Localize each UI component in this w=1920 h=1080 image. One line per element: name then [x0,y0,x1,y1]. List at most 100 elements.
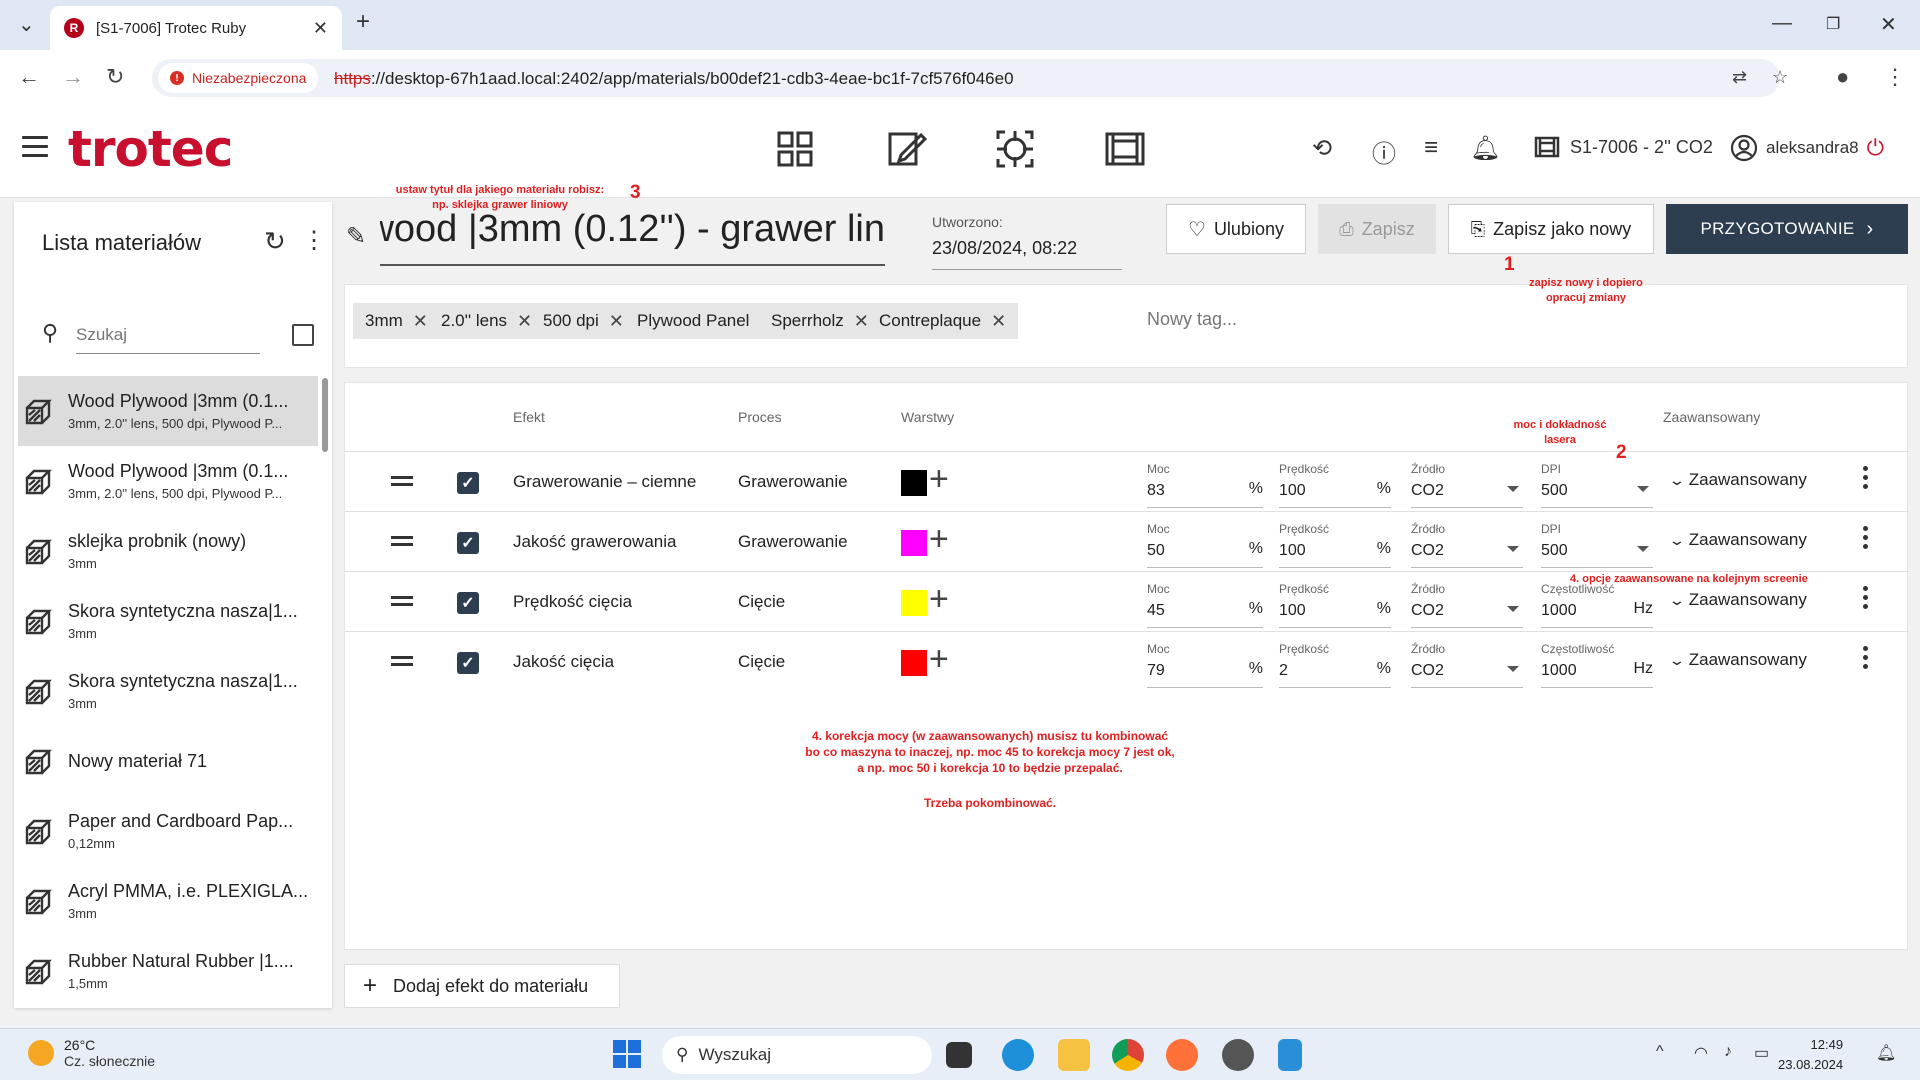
job-queue-icon[interactable] [1102,126,1148,172]
layer-color-swatch[interactable] [901,650,927,676]
material-list-item[interactable]: Paper and Cardboard Pap... 0,12mm [18,796,318,866]
drag-handle-icon[interactable] [391,656,413,670]
resolution-field[interactable]: DPI 500 [1541,522,1653,568]
resolution-field[interactable]: Częstotliwość 1000 Hz [1541,642,1653,688]
drag-handle-icon[interactable] [391,476,413,490]
row-more-options-icon[interactable] [1863,526,1869,553]
notification-center-icon[interactable]: 🔔︎ [1876,1043,1896,1063]
material-list-item[interactable]: Acryl PMMA, i.e. PLEXIGLA... 3mm [18,866,318,936]
firefox-browser-icon[interactable] [1166,1039,1198,1071]
task-view-icon[interactable] [946,1042,972,1068]
sync-settings-icon[interactable]: ⟲ [1312,134,1332,163]
browser-menu-icon[interactable]: ⋮ [1884,64,1906,90]
translate-icon[interactable]: ⇄ [1732,67,1747,88]
user-menu[interactable]: aleksandra8 ⏻ [1730,134,1884,162]
windows-start-icon[interactable] [612,1039,644,1071]
drag-handle-icon[interactable] [391,536,413,550]
material-list-item[interactable]: Nowy materiał 71 [18,726,318,796]
add-effect-button[interactable]: + Dodaj efekt do materiału [344,964,620,1008]
material-list-item[interactable]: Skora syntetyczna nasza|1... 3mm [18,656,318,726]
notes-icon[interactable]: ≡ [1424,134,1438,162]
reload-icon[interactable]: ↻ [106,64,124,90]
drag-handle-icon[interactable] [391,596,413,610]
design-edit-icon[interactable] [884,126,930,172]
taskbar-search[interactable]: ⚲ Wyszukaj [662,1036,932,1074]
close-tab-icon[interactable]: ✕ [313,18,328,39]
close-window-icon[interactable]: ✕ [1880,12,1897,37]
new-tab-icon[interactable]: + [356,8,370,36]
machine-selector[interactable]: S1-7006 - 2'' CO2 [1534,136,1713,158]
effect-enabled-checkbox[interactable]: ✓ [457,652,479,674]
remove-tag-icon[interactable]: ✕ [413,311,428,332]
material-list-item[interactable]: Wood Plywood |3mm (0.1... 3mm, 2.0'' lens… [18,446,318,516]
save-button[interactable]: ⎙ Zapisz [1318,204,1436,254]
layer-color-swatch[interactable] [901,590,927,616]
notepad-icon[interactable] [1278,1039,1302,1071]
add-layer-icon[interactable]: + [929,582,949,616]
remove-tag-icon[interactable]: ✕ [517,311,532,332]
minimize-icon[interactable]: — [1772,12,1792,35]
row-more-options-icon[interactable] [1863,466,1869,493]
layer-color-swatch[interactable] [901,470,927,496]
material-list-item[interactable]: sklejka probnik (nowy) 3mm [18,516,318,586]
add-layer-icon[interactable]: + [929,642,949,676]
speed-field[interactable]: Prędkość 100% [1279,462,1391,508]
advanced-toggle[interactable]: ⌄ Zaawansowany [1668,590,1807,610]
help-icon[interactable]: ⓘ [1372,134,1396,169]
favorite-button[interactable]: ♡ Ulubiony [1166,204,1306,254]
material-list-item[interactable]: Skora syntetyczna nasza|1... 3mm [18,586,318,656]
source-select[interactable]: Źródło CO2 [1411,522,1523,568]
wifi-icon[interactable]: ◠ [1694,1043,1708,1063]
chrome-browser-icon[interactable] [1112,1039,1144,1071]
security-chip[interactable]: ! Niezabezpieczona [158,63,319,93]
search-input[interactable] [76,316,260,354]
resolution-field[interactable]: Częstotliwość 1000 Hz [1541,582,1653,628]
row-more-options-icon[interactable] [1863,646,1869,673]
volume-icon[interactable]: ♪ [1724,1043,1732,1061]
power-field[interactable]: Moc 45% [1147,582,1263,628]
url-text[interactable]: https://desktop-67h1aad.local:2402/app/m… [334,69,1014,89]
more-options-icon[interactable]: ⋮ [302,226,326,255]
back-icon[interactable]: ← [18,64,40,90]
connection-status-icon[interactable]: ⏻ [1867,135,1884,161]
power-field[interactable]: Moc 50% [1147,522,1263,568]
add-layer-icon[interactable]: + [929,462,949,496]
effect-enabled-checkbox[interactable]: ✓ [457,592,479,614]
row-more-options-icon[interactable] [1863,586,1869,613]
material-list-item[interactable]: Rubber Natural Rubber |1.... 1,5mm [18,936,318,1006]
source-select[interactable]: Źródło CO2 [1411,462,1523,508]
scrollbar-thumb[interactable] [322,378,328,452]
speed-field[interactable]: Prędkość 100% [1279,582,1391,628]
save-as-new-button[interactable]: ⎘ Zapisz jako nowy [1448,204,1654,254]
file-explorer-icon[interactable] [1058,1039,1090,1071]
profile-icon[interactable]: ● [1836,64,1849,90]
speed-field[interactable]: Prędkość 2% [1279,642,1391,688]
tab-search-icon[interactable]: ⌄ [18,12,35,37]
battery-icon[interactable]: ▭ [1754,1043,1769,1063]
effect-enabled-checkbox[interactable]: ✓ [457,472,479,494]
menu-icon[interactable] [22,136,48,163]
show-hidden-icons-icon[interactable]: ^ [1656,1043,1664,1061]
add-layer-icon[interactable]: + [929,522,949,556]
source-select[interactable]: Źródło CO2 [1411,642,1523,688]
layer-color-swatch[interactable] [901,530,927,556]
edge-browser-icon[interactable] [1002,1039,1034,1071]
position-target-icon[interactable] [992,126,1038,172]
advanced-toggle[interactable]: ⌄ Zaawansowany [1668,530,1807,550]
source-select[interactable]: Źródło CO2 [1411,582,1523,628]
taskbar-clock[interactable]: 12:49 23.08.2024 [1778,1035,1843,1074]
advanced-toggle[interactable]: ⌄ Zaawansowany [1668,470,1807,490]
dashboard-grid-icon[interactable] [772,126,818,172]
resolution-field[interactable]: DPI 500 [1541,462,1653,508]
power-field[interactable]: Moc 83% [1147,462,1263,508]
new-tag-input[interactable] [1147,309,1347,330]
inkscape-icon[interactable] [1222,1039,1254,1071]
effect-enabled-checkbox[interactable]: ✓ [457,532,479,554]
refresh-icon[interactable]: ↻ [264,226,286,257]
material-title-field[interactable]: Wood Plywood |3mm (0.12'') - grawer lin [380,208,885,266]
bookmark-star-icon[interactable]: ☆ [1772,67,1788,88]
remove-tag-icon[interactable]: ✕ [609,311,624,332]
weather-widget[interactable]: 26°C Cz. słonecznie [28,1037,155,1069]
browser-tab[interactable]: R [S1-7006] Trotec Ruby ✕ [50,6,342,50]
restore-icon[interactable]: ❐ [1826,14,1840,34]
